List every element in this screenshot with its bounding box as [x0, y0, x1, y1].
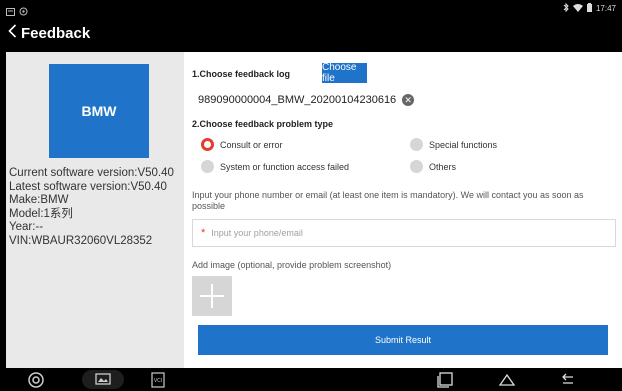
vehicle-model: Model:1系列 [9, 207, 73, 220]
selected-log-file: 989090000004_BMW_20200104230616 ✕ [198, 94, 415, 106]
radio-label: Consult or error [220, 139, 283, 150]
radio-others[interactable]: Others [410, 160, 456, 173]
back-button[interactable]: Feedback [0, 19, 90, 48]
vehicle-year: Year:-- [9, 221, 44, 233]
vci-label: VCI [153, 378, 163, 384]
choose-file-button[interactable]: Choose file [322, 62, 367, 84]
submit-button[interactable]: Submit Result [198, 325, 608, 355]
app-window: 17:47 Feedback BMW Current software vers… [0, 0, 622, 391]
add-image-label: Add image (optional, provide problem scr… [192, 260, 392, 270]
feedback-form: 1.Choose feedback log Choose file 989090… [184, 52, 622, 368]
feedback-log-label: 1.Choose feedback log [192, 69, 291, 79]
phone-email-field[interactable]: * [192, 219, 616, 247]
home-icon[interactable] [495, 370, 519, 389]
current-software-version: Current software version:V50.40 [9, 167, 174, 179]
radio-label: System or function access failed [220, 161, 350, 172]
battery-icon [586, 3, 592, 14]
radio-unchecked-icon [410, 160, 423, 173]
vehicle-info-panel: BMW Current software version:V50.40 Late… [6, 52, 184, 368]
phone-email-input[interactable] [211, 228, 592, 238]
remove-log-icon[interactable]: ✕ [402, 94, 415, 106]
vci-icon[interactable]: VCI [146, 370, 170, 389]
radio-special-functions[interactable]: Special functions [410, 138, 497, 151]
radio-label: Others [429, 161, 457, 172]
required-mark: * [201, 227, 206, 239]
radio-label: Special functions [429, 139, 498, 150]
radio-consult-or-error[interactable]: Consult or error [201, 138, 283, 151]
brand-logo: BMW [49, 64, 149, 158]
recent-apps-icon[interactable] [433, 370, 457, 389]
problem-type-label: 2.Choose feedback problem type [192, 119, 334, 129]
log-file-name: 989090000004_BMW_20200104230616 [198, 94, 397, 106]
vehicle-details: Current software version:V50.40 Latest s… [9, 167, 174, 248]
vehicle-make: Make:BMW [9, 194, 69, 206]
diagnostics-home-icon[interactable] [22, 370, 50, 389]
vehicle-vin: VIN:WBAUR32060VL28352 [9, 234, 153, 247]
status-bar: 17:47 [0, 0, 622, 19]
bottom-nav-bar: VCI [0, 368, 622, 391]
radio-system-access-failed[interactable]: System or function access failed [201, 160, 349, 173]
radio-unchecked-icon [201, 160, 214, 173]
chevron-left-icon [8, 24, 17, 43]
add-image-button[interactable] [192, 276, 232, 316]
radio-checked-icon [201, 138, 214, 151]
latest-software-version: Latest software version:V50.40 [9, 180, 167, 193]
screenshot-icon[interactable] [82, 370, 124, 389]
wifi-icon [572, 3, 583, 14]
title-bar: Feedback [0, 19, 622, 48]
contact-hint: Input your phone number or email (at lea… [192, 190, 584, 211]
brand-logo-text: BMW [81, 103, 117, 119]
bluetooth-icon [563, 2, 569, 14]
radio-unchecked-icon [410, 138, 423, 151]
status-time: 17:47 [595, 4, 616, 13]
back-icon[interactable] [556, 370, 580, 389]
page-title: Feedback [21, 25, 91, 42]
